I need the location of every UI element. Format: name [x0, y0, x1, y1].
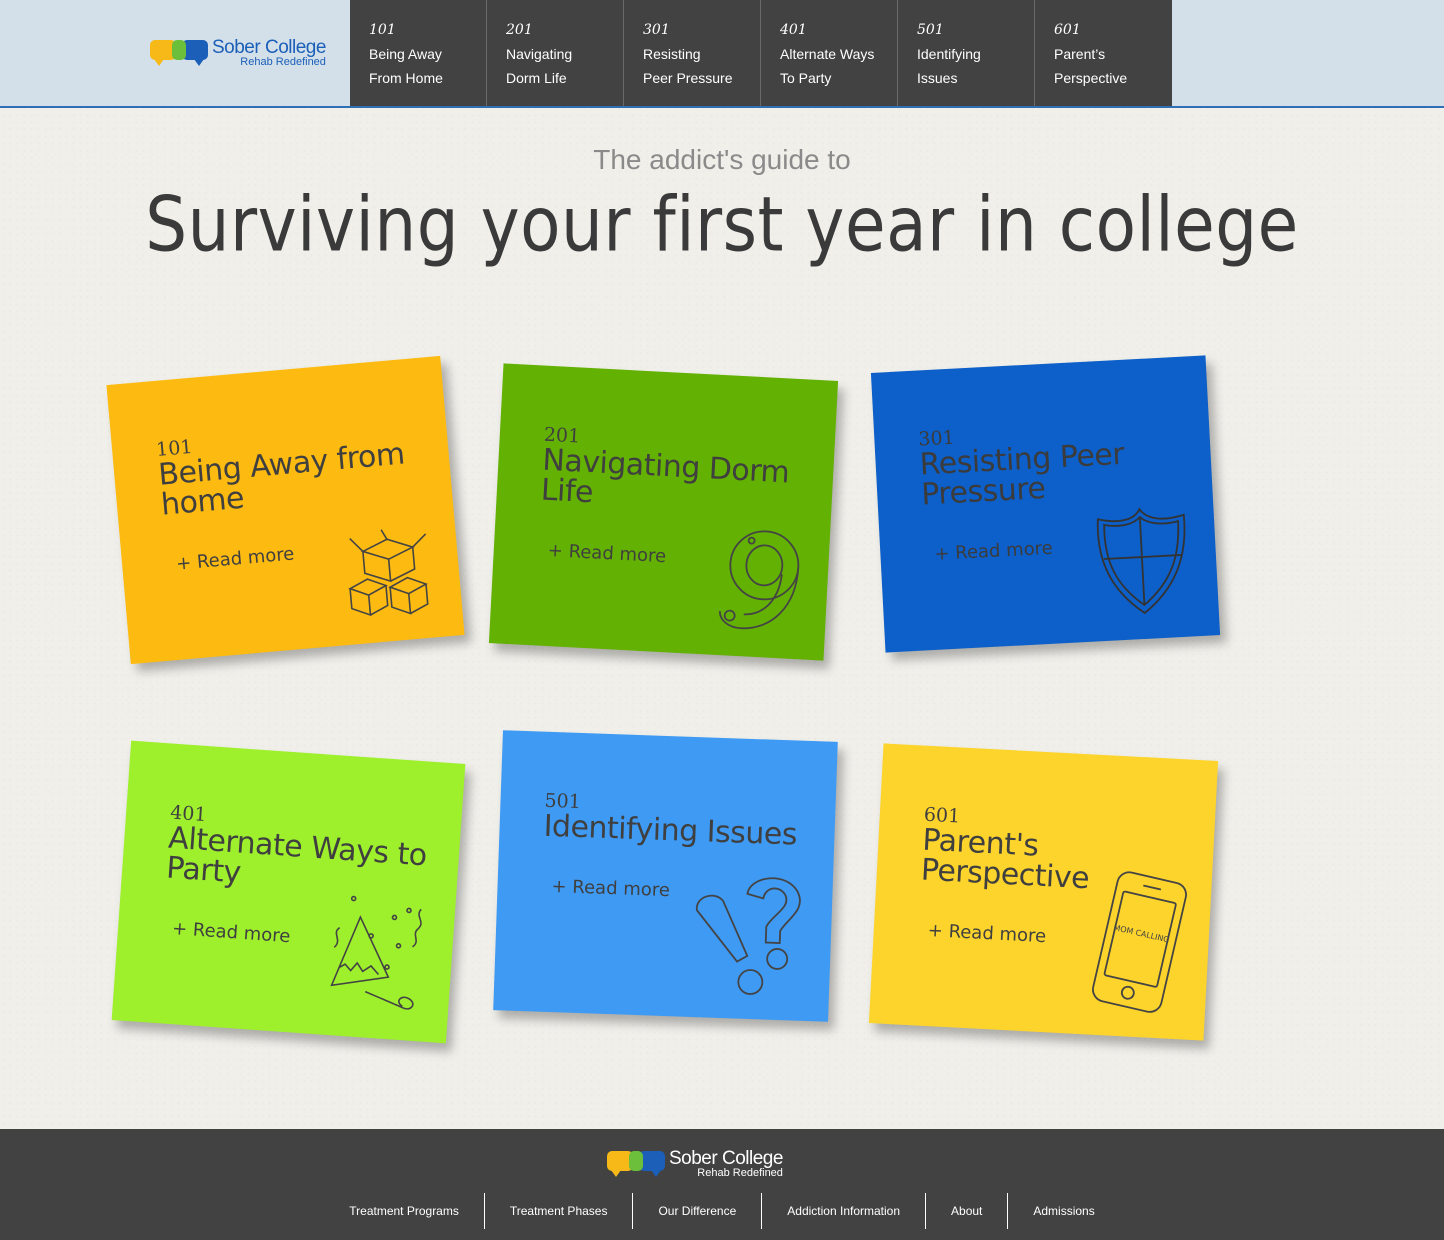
- nav-item-number: 501: [917, 22, 944, 38]
- sticky-note-301[interactable]: 301 Resisting Peer Pressure + Read more: [870, 355, 1221, 653]
- nav-item-label-line2: To Party: [780, 70, 832, 86]
- nav-item-301[interactable]: 301 Resisting Peer Pressure: [624, 0, 761, 106]
- sticky-note-401[interactable]: 401 Alternate Ways to Party + Read more: [111, 740, 466, 1044]
- nav-item-501[interactable]: 501 Identifying Issues: [898, 0, 1035, 106]
- nav-item-label-line2: Perspective: [1054, 70, 1128, 86]
- logo-name: Sober College: [669, 1148, 783, 1169]
- number-nine-icon: [711, 523, 807, 638]
- nav-item-101[interactable]: 101 Being Away From Home: [350, 0, 487, 106]
- party-hat-icon: [324, 893, 432, 1020]
- shield-icon: [1089, 504, 1195, 619]
- page-title: Surviving your first year in college: [145, 180, 1299, 269]
- footer-logo[interactable]: Sober College Rehab Redefined: [607, 1147, 783, 1181]
- nav-item-label-line2: Issues: [917, 70, 958, 86]
- site-header: Sober College Rehab Redefined 101 Being …: [0, 0, 1444, 108]
- footer-link-admissions[interactable]: Admissions: [1007, 1193, 1119, 1229]
- nav-item-label-line1: Alternate Ways: [780, 46, 875, 62]
- nav-item-label-line1: Navigating: [506, 46, 573, 62]
- nav-item-number: 201: [506, 22, 533, 38]
- note-title: Resisting Peer Pressure: [918, 436, 1125, 513]
- note-title: Alternate Ways to Party: [165, 820, 428, 891]
- sticky-note-601[interactable]: 601 Parent's Perspective + Read more MOM…: [868, 743, 1219, 1041]
- read-more-link[interactable]: + Read more: [927, 920, 1046, 947]
- footer-link-our-difference[interactable]: Our Difference: [632, 1193, 761, 1229]
- sticky-note-201[interactable]: 201 Navigating Dorm Life + Read more: [488, 363, 839, 661]
- logo-bubbles-icon: [150, 36, 210, 70]
- nav-item-label-line2: From Home: [369, 70, 443, 86]
- nav-item-number: 401: [780, 22, 807, 38]
- site-logo[interactable]: Sober College Rehab Redefined: [150, 36, 326, 70]
- nav-item-label-line1: Identifying: [917, 46, 981, 62]
- logo-tagline: Rehab Redefined: [697, 1167, 783, 1179]
- nav-item-601[interactable]: 601 Parent’s Perspective: [1035, 0, 1172, 106]
- logo-bubbles-icon: [607, 1147, 667, 1181]
- nav-item-401[interactable]: 401 Alternate Ways To Party: [761, 0, 898, 106]
- footer-link-treatment-programs[interactable]: Treatment Programs: [324, 1193, 484, 1229]
- nav-item-number: 101: [369, 22, 396, 38]
- note-title: Identifying Issues: [543, 808, 798, 853]
- phone-screen-text: MOM CALLING: [1113, 923, 1171, 945]
- read-more-link[interactable]: + Read more: [934, 538, 1053, 565]
- nav-item-label-line2: Dorm Life: [506, 70, 567, 86]
- boxes-icon: [341, 523, 439, 622]
- nav-item-label-line1: Parent’s: [1054, 46, 1106, 62]
- sticky-note-501[interactable]: 501 Identifying Issues + Read more: [493, 730, 838, 1022]
- nav-item-label-line1: Being Away: [369, 46, 442, 62]
- nav-item-label-line1: Resisting: [643, 46, 701, 62]
- main-nav: 101 Being Away From Home 201 Navigating …: [350, 0, 1172, 106]
- read-more-link[interactable]: + Read more: [547, 540, 666, 567]
- footer-link-treatment-phases[interactable]: Treatment Phases: [483, 1193, 633, 1229]
- nav-item-number: 601: [1054, 22, 1081, 38]
- sticky-note-101[interactable]: 101 Being Away from home + Read more: [106, 355, 465, 665]
- note-title: Navigating Dorm Life: [540, 442, 791, 511]
- logo-tagline: Rehab Redefined: [240, 56, 326, 68]
- read-more-link[interactable]: + Read more: [551, 876, 670, 901]
- footer-link-addiction-information[interactable]: Addiction Information: [761, 1193, 925, 1229]
- footer-nav: Treatment Programs Treatment Phases Our …: [0, 1193, 1444, 1229]
- nav-item-number: 301: [643, 22, 670, 38]
- read-more-link[interactable]: + Read more: [175, 543, 295, 574]
- read-more-link[interactable]: + Read more: [171, 918, 291, 947]
- site-footer: Sober College Rehab Redefined Treatment …: [0, 1129, 1444, 1240]
- footer-link-about[interactable]: About: [925, 1193, 1007, 1229]
- nav-item-201[interactable]: 201 Navigating Dorm Life: [487, 0, 624, 106]
- nav-item-label-line2: Peer Pressure: [643, 70, 733, 86]
- exclamation-question-icon: [690, 870, 809, 999]
- logo-name: Sober College: [212, 37, 326, 58]
- phone-icon: MOM CALLING: [1091, 868, 1188, 1018]
- page-subtitle: The addict's guide to: [593, 144, 851, 175]
